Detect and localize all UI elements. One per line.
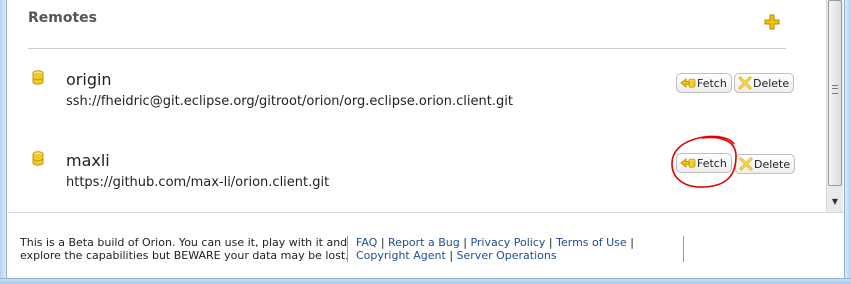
faq-link[interactable]: FAQ	[356, 236, 377, 249]
footer-links: FAQ | Report a Bug | Privacy Policy | Te…	[356, 236, 676, 262]
delete-button[interactable]: Delete	[735, 154, 796, 174]
remote-url: ssh://fheidric@git.eclipse.org/gitroot/o…	[66, 94, 513, 109]
vertical-scrollbar[interactable]: ▼	[826, 0, 843, 212]
window-bottom-border	[0, 278, 851, 284]
remote-name: origin	[66, 70, 112, 89]
delete-icon	[739, 157, 753, 171]
link-separator: |	[630, 236, 634, 249]
repository-icon	[32, 70, 44, 85]
git-remotes-panel: Remotes origin ssh://fheidric@git.eclips…	[8, 0, 826, 212]
remote-url: https://github.com/max-li/orion.client.g…	[66, 175, 330, 190]
fetch-icon	[680, 158, 696, 168]
fetch-icon	[680, 78, 696, 88]
link-separator: |	[449, 249, 454, 262]
link-separator: |	[380, 236, 385, 249]
beta-notice: This is a Beta build of Orion. You can u…	[20, 236, 349, 262]
remote-row-origin: origin ssh://fheidric@git.eclipse.org/gi…	[8, 66, 826, 126]
section-divider	[28, 48, 786, 49]
scrollbar-thumb[interactable]	[828, 0, 842, 186]
scroll-down-arrow-icon[interactable]: ▼	[828, 193, 842, 210]
remote-name: maxli	[66, 151, 110, 170]
delete-icon	[738, 76, 752, 90]
delete-label: Delete	[754, 157, 791, 171]
window-left-border	[0, 0, 7, 284]
orion-window: Remotes origin ssh://fheidric@git.eclips…	[0, 0, 851, 284]
footer-divider	[347, 236, 348, 262]
privacy-policy-link[interactable]: Privacy Policy	[470, 236, 545, 249]
grip-icon	[832, 85, 838, 94]
section-title: Remotes	[28, 10, 98, 26]
link-separator: |	[463, 236, 467, 249]
delete-button[interactable]: Delete	[734, 73, 795, 93]
plus-icon[interactable]	[764, 14, 780, 30]
delete-label: Delete	[753, 76, 790, 90]
footer-separator	[8, 212, 844, 213]
footer-divider	[683, 236, 684, 262]
fetch-label: Fetch	[697, 156, 727, 170]
window-right-border	[844, 0, 851, 284]
repository-icon	[32, 151, 44, 166]
fetch-button[interactable]: Fetch	[676, 73, 732, 93]
remote-row-maxli: maxli https://github.com/max-li/orion.cl…	[8, 147, 826, 207]
fetch-label: Fetch	[697, 76, 727, 90]
copyright-agent-link[interactable]: Copyright Agent	[356, 249, 446, 262]
server-operations-link[interactable]: Server Operations	[457, 249, 557, 262]
fetch-button[interactable]: Fetch	[676, 153, 732, 173]
terms-of-use-link[interactable]: Terms of Use	[556, 236, 627, 249]
report-bug-link[interactable]: Report a Bug	[388, 236, 460, 249]
link-separator: |	[548, 236, 553, 249]
